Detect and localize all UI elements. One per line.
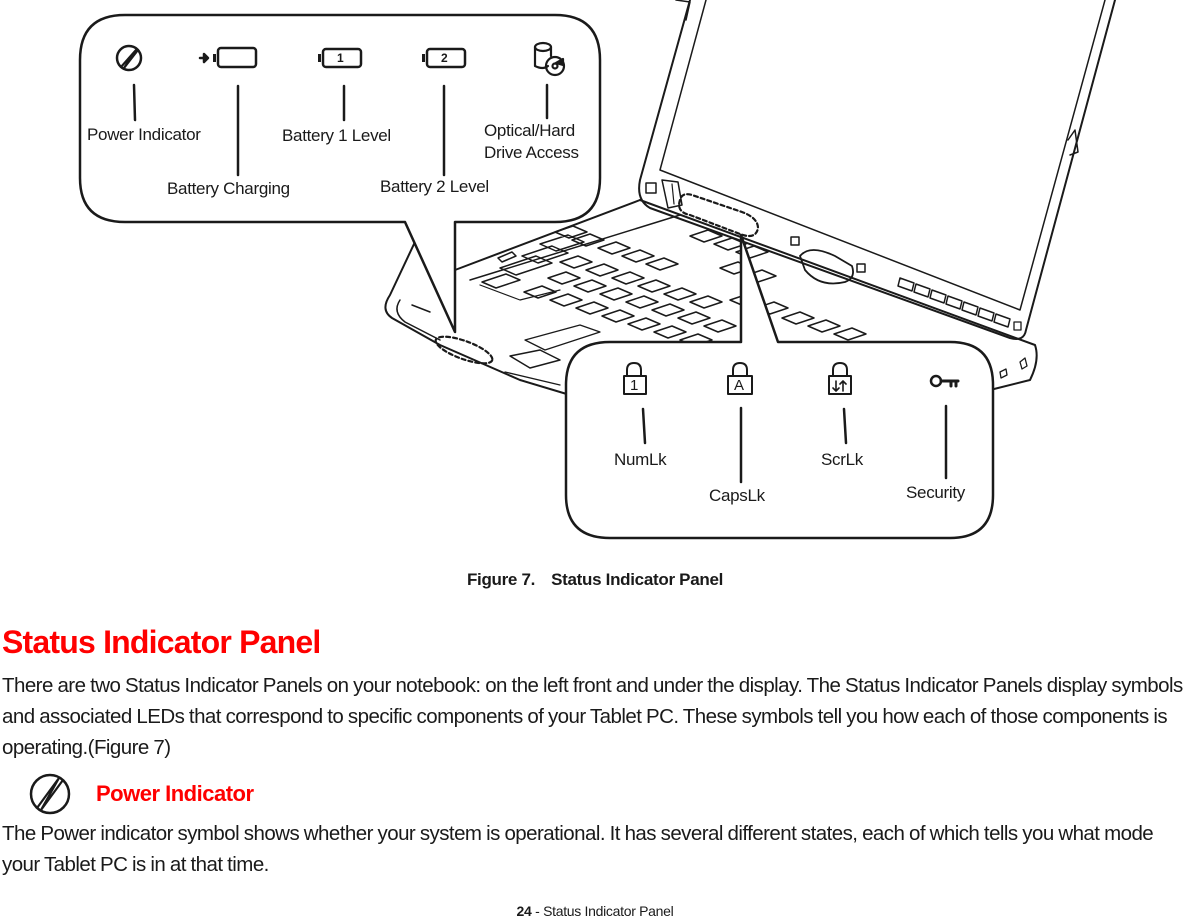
- label-capslk: CapsLk: [709, 486, 765, 505]
- label-optical-hard: Optical/Hard: [484, 121, 575, 140]
- caption-number: Figure 7.: [466, 570, 536, 589]
- figure-caption: Figure 7. Status Indicator Panel: [0, 570, 1190, 590]
- label-security: Security: [906, 483, 966, 502]
- label-battery-2-level: Battery 2 Level: [380, 177, 489, 196]
- label-scrlk: ScrLk: [821, 450, 863, 469]
- laptop-illustration: [78, 0, 1116, 540]
- keyboard: [481, 225, 867, 347]
- section-title: Status Indicator Panel: [2, 624, 321, 660]
- caps-lock-icon-text: A: [734, 377, 744, 394]
- power-icon: [29, 773, 71, 815]
- battery-2-icon-text: 2: [441, 51, 448, 65]
- page-number: 24: [516, 903, 532, 919]
- footer-separator: -: [531, 903, 544, 919]
- subsection-heading: Power Indicator: [28, 772, 254, 816]
- label-power-indicator: Power Indicator: [87, 125, 201, 144]
- label-battery-1-level: Battery 1 Level: [282, 126, 391, 145]
- footer-section: Status Indicator Panel: [543, 903, 674, 919]
- status-indicator-figure: 1 2 1 A Power Indicator Battery Charging…: [0, 0, 1190, 560]
- battery-1-icon-text: 1: [337, 51, 344, 65]
- laptop-display: [638, 0, 1116, 340]
- subsection-title: Power Indicator: [96, 781, 254, 806]
- page-footer: 24 - Status Indicator Panel: [0, 903, 1190, 919]
- subsection-paragraph: The Power indicator symbol shows whether…: [2, 822, 1154, 876]
- section-paragraph: There are two Status Indicator Panels on…: [2, 674, 1183, 759]
- label-drive-access: Drive Access: [484, 143, 579, 162]
- caption-title: Status Indicator Panel: [551, 570, 724, 589]
- label-numlk: NumLk: [614, 450, 667, 469]
- num-lock-icon-text: 1: [630, 377, 639, 394]
- label-battery-charging: Battery Charging: [167, 179, 290, 198]
